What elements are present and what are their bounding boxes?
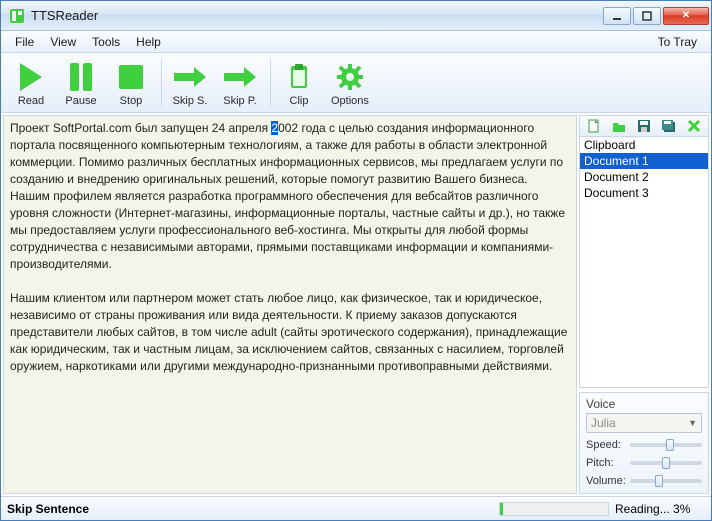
read-button[interactable]: Read [7,57,55,109]
skip-s-label: Skip S. [173,95,208,107]
list-item[interactable]: Clipboard [580,137,708,153]
document-toolbar [579,115,709,137]
close-button[interactable]: ✕ [663,7,709,25]
skip-paragraph-icon [222,59,258,95]
clip-label: Clip [290,95,309,107]
stop-icon [113,59,149,95]
minimize-button[interactable] [603,7,631,25]
voice-panel: Voice Julia ▼ Speed: Pitch: Volume: [579,392,709,494]
pause-icon [63,59,99,95]
toolbar: Read Pause Stop Skip S. Skip P. Clip Opt… [1,53,711,113]
pitch-label: Pitch: [586,457,630,469]
voice-select[interactable]: Julia ▼ [586,413,702,433]
options-button[interactable]: Options [325,57,375,109]
menu-tools[interactable]: Tools [84,32,128,52]
list-item[interactable]: Document 3 [580,185,708,201]
options-icon [332,59,368,95]
play-icon [13,59,49,95]
pitch-slider[interactable] [630,461,702,465]
menubar: File View Tools Help To Tray [1,31,711,53]
chevron-down-icon: ▼ [688,418,697,428]
options-label: Options [331,95,369,107]
read-label: Read [18,95,44,107]
volume-slider[interactable] [630,479,702,483]
pause-label: Pause [65,95,96,107]
pause-button[interactable]: Pause [57,57,105,109]
stop-button[interactable]: Stop [107,57,155,109]
list-item[interactable]: Document 1 [580,153,708,169]
clipboard-icon [281,59,317,95]
progress-bar [499,502,609,516]
voice-heading: Voice [586,397,702,411]
to-tray-button[interactable]: To Tray [650,32,705,52]
new-doc-icon[interactable] [585,118,603,134]
skip-paragraph-button[interactable]: Skip P. [216,57,264,109]
document-list[interactable]: Clipboard Document 1 Document 2 Document… [579,137,709,388]
text-editor[interactable]: Проект SoftPortal.com был запущен 24 апр… [3,115,577,494]
status-left: Skip Sentence [7,502,89,516]
stop-label: Stop [120,95,143,107]
status-right: Reading... 3% [615,502,705,516]
window-title: TTSReader [31,8,603,23]
speed-slider[interactable] [630,443,702,447]
document-text: Проект SoftPortal.com был запущен 24 апр… [10,121,571,373]
menu-help[interactable]: Help [128,32,169,52]
app-logo-icon [9,8,25,24]
statusbar: Skip Sentence Reading... 3% [1,496,711,520]
volume-label: Volume: [586,475,630,487]
save-all-icon[interactable] [660,118,678,134]
separator [161,59,162,107]
voice-selected: Julia [591,416,616,430]
open-doc-icon[interactable] [610,118,628,134]
skip-p-label: Skip P. [223,95,256,107]
right-sidebar: Clipboard Document 1 Document 2 Document… [579,115,709,494]
maximize-button[interactable] [633,7,661,25]
titlebar: TTSReader ✕ [1,1,711,31]
list-item[interactable]: Document 2 [580,169,708,185]
skip-sentence-button[interactable]: Skip S. [166,57,214,109]
save-doc-icon[interactable] [635,118,653,134]
clip-button[interactable]: Clip [275,57,323,109]
delete-doc-icon[interactable] [685,118,703,134]
speed-label: Speed: [586,439,630,451]
main-area: Проект SoftPortal.com был запущен 24 апр… [1,113,711,496]
menu-view[interactable]: View [42,32,84,52]
skip-sentence-icon [172,59,208,95]
separator [270,59,271,107]
menu-file[interactable]: File [7,32,42,52]
